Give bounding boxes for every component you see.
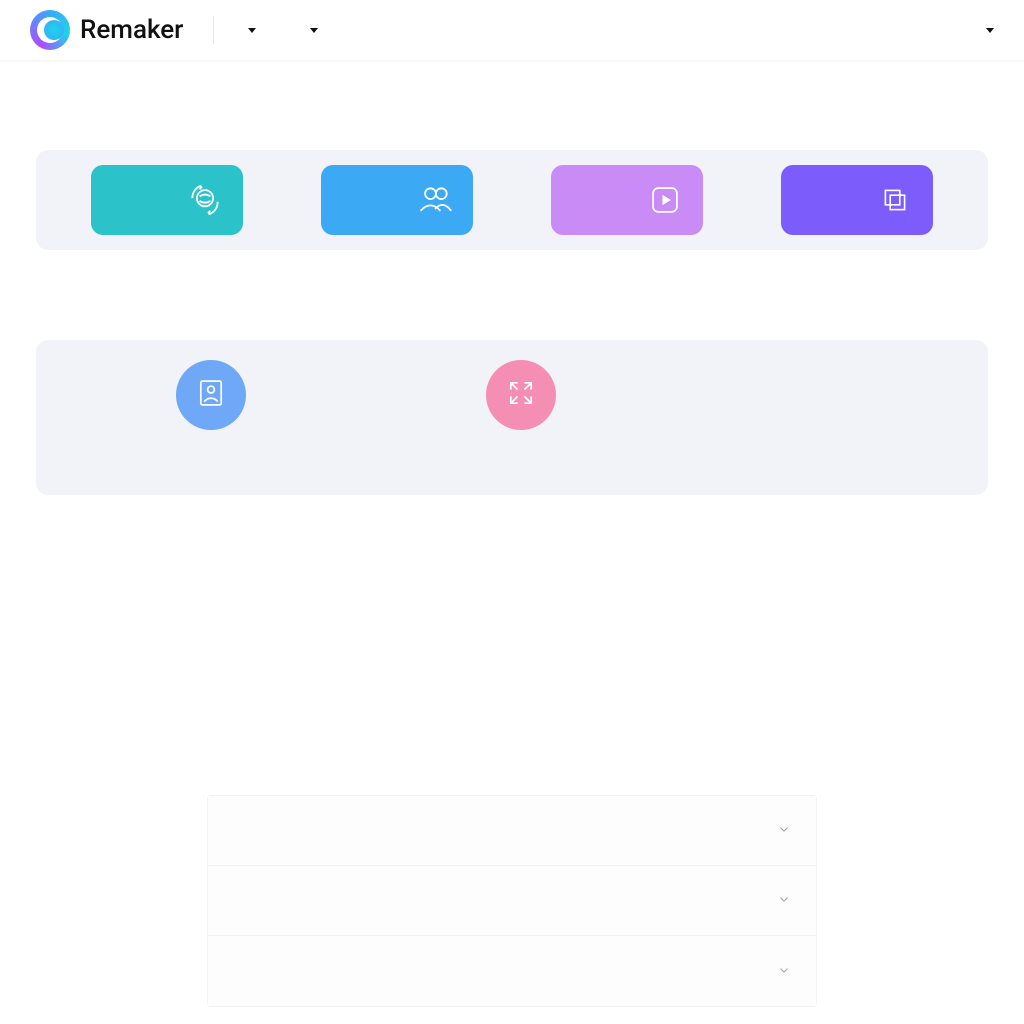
tool-card-face-swap[interactable] xyxy=(91,165,243,235)
stack-icon xyxy=(877,182,913,218)
app-header: Remaker xyxy=(0,0,1024,60)
accordion-item[interactable] xyxy=(208,936,816,1006)
accordion-item[interactable] xyxy=(208,866,816,936)
feature-headshot[interactable] xyxy=(176,360,246,430)
tool-card-video[interactable] xyxy=(551,165,703,235)
logo-icon xyxy=(30,10,70,50)
brand-logo[interactable]: Remaker xyxy=(30,10,183,50)
language-selector[interactable] xyxy=(982,28,994,33)
faq-accordion xyxy=(207,795,817,1007)
person-card-icon xyxy=(194,376,228,414)
users-icon xyxy=(417,182,453,218)
nav-item-1[interactable] xyxy=(244,28,256,33)
nav-item-2[interactable] xyxy=(306,28,318,33)
chevron-down-icon xyxy=(777,821,791,840)
brand-name: Remaker xyxy=(80,15,183,45)
feature-panel xyxy=(36,340,988,495)
chevron-down-icon xyxy=(986,28,994,33)
expand-icon xyxy=(504,376,538,414)
tool-card-multi-face[interactable] xyxy=(321,165,473,235)
chevron-down-icon xyxy=(310,28,318,33)
feature-upscale[interactable] xyxy=(486,360,556,430)
chevron-down-icon xyxy=(777,962,791,981)
tool-card-batch[interactable] xyxy=(781,165,933,235)
play-icon xyxy=(647,182,683,218)
accordion-item[interactable] xyxy=(208,796,816,866)
main-nav xyxy=(244,28,318,33)
face-swap-icon xyxy=(187,182,223,218)
chevron-down-icon xyxy=(777,891,791,910)
divider xyxy=(213,16,214,44)
chevron-down-icon xyxy=(248,28,256,33)
tools-panel xyxy=(36,150,988,250)
